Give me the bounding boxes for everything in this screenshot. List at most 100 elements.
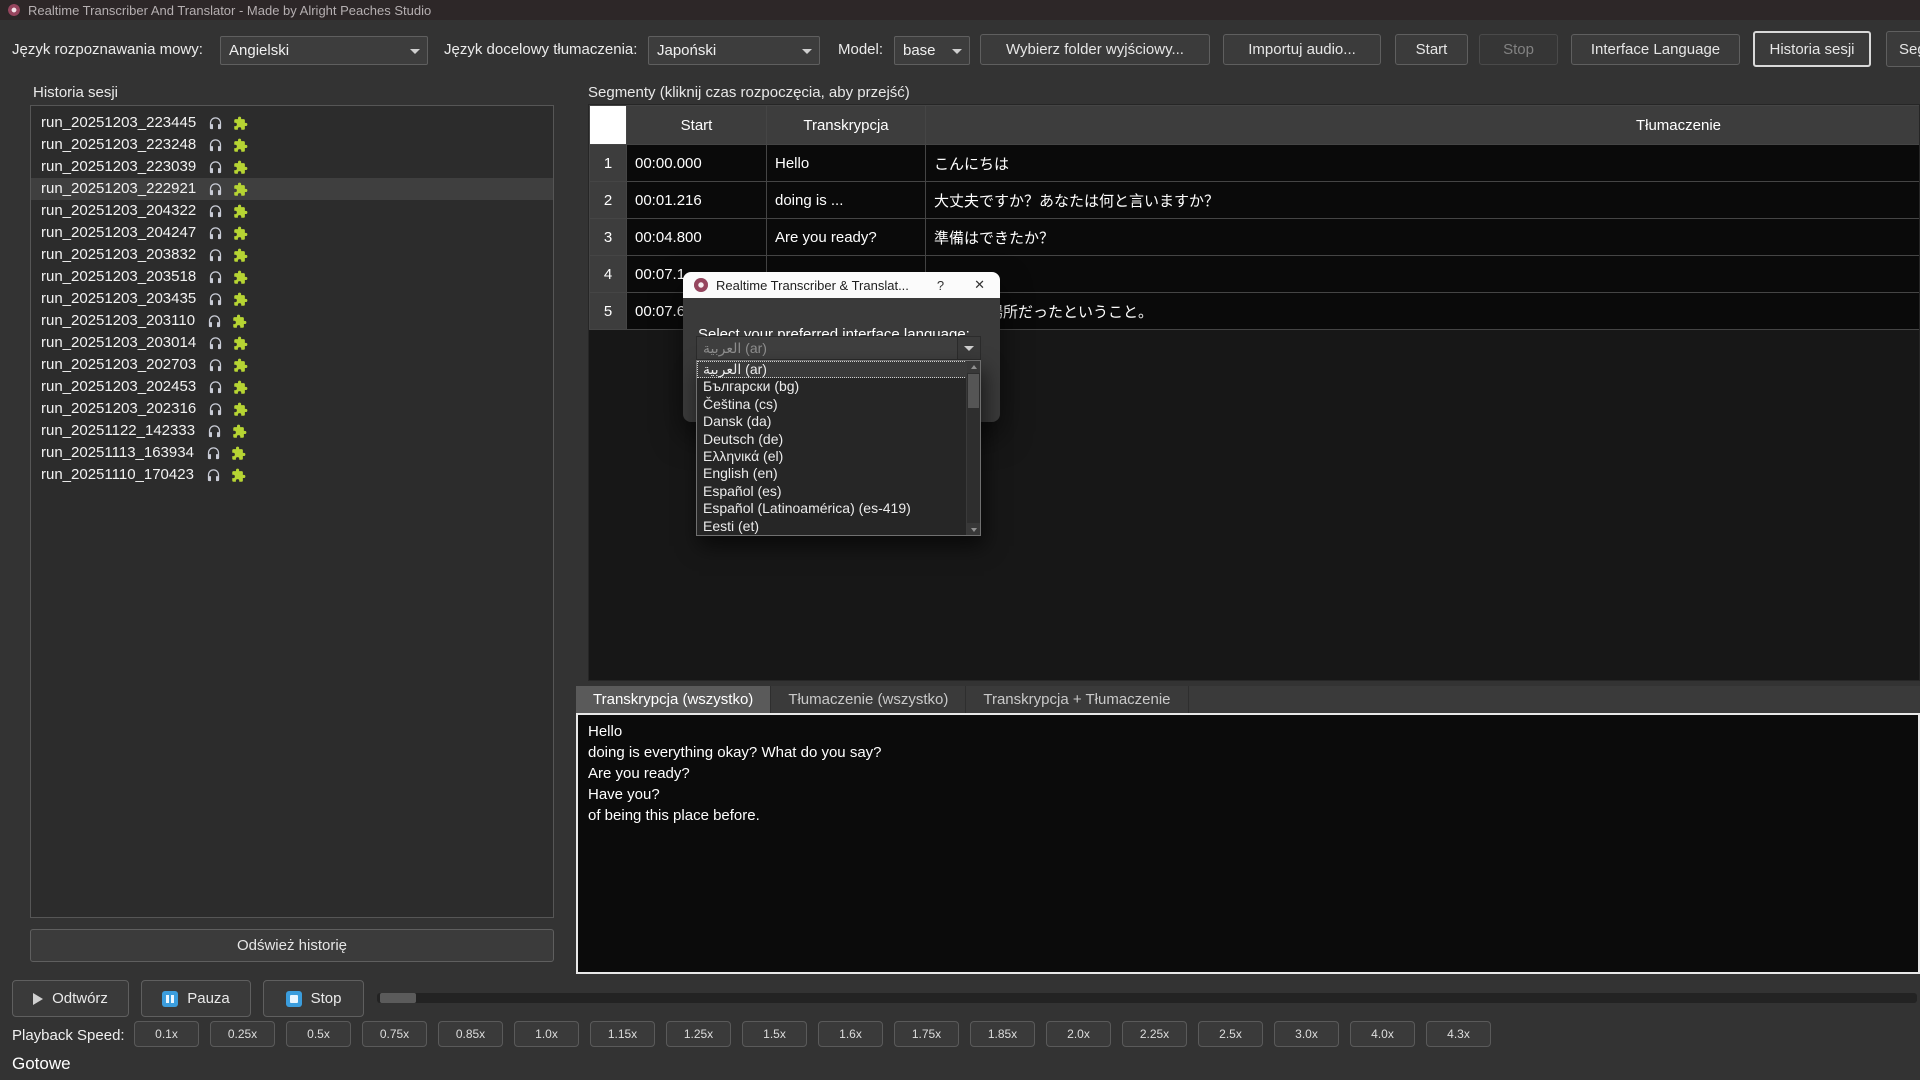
history-item[interactable]: run_20251203_203832 bbox=[31, 244, 553, 266]
speed-button[interactable]: 0.1x bbox=[134, 1021, 199, 1047]
segment-translation-cell[interactable]: 大丈夫ですか？あなたは何と言いますか？ bbox=[926, 182, 1920, 219]
dialog-language-option[interactable]: English (en) bbox=[697, 465, 967, 482]
speed-button[interactable]: 1.0x bbox=[514, 1021, 579, 1047]
scrollbar-thumb[interactable] bbox=[968, 374, 979, 408]
history-item[interactable]: run_20251203_202703 bbox=[31, 354, 553, 376]
bottom-tab[interactable]: Transkrypcja (wszystko) bbox=[576, 686, 771, 713]
dialog-language-option[interactable]: Español (Latinoamérica) (es-419) bbox=[697, 500, 967, 517]
seek-slider-handle[interactable] bbox=[380, 993, 416, 1003]
dialog-language-option[interactable]: Čeština (cs) bbox=[697, 396, 967, 413]
history-item[interactable]: run_20251203_204322 bbox=[31, 200, 553, 222]
history-item[interactable]: run_20251203_203014 bbox=[31, 332, 553, 354]
speech-language-select[interactable]: Angielski bbox=[220, 36, 428, 65]
chevron-down-icon[interactable] bbox=[957, 337, 980, 359]
segment-row-number[interactable]: 3 bbox=[590, 219, 627, 256]
speed-button[interactable]: 1.85x bbox=[970, 1021, 1035, 1047]
history-item[interactable]: run_20251203_203435 bbox=[31, 288, 553, 310]
speed-button[interactable]: 2.25x bbox=[1122, 1021, 1187, 1047]
status-text: Gotowe bbox=[12, 1054, 71, 1074]
speed-button[interactable]: 1.75x bbox=[894, 1021, 959, 1047]
segment-transcript-cell[interactable]: doing is ... bbox=[767, 182, 926, 219]
history-item[interactable]: run_20251122_142333 bbox=[31, 420, 553, 442]
app-window: Realtime Transcriber And Translator - Ma… bbox=[0, 0, 1920, 1080]
segment-row-number[interactable]: 2 bbox=[590, 182, 627, 219]
history-item[interactable]: run_20251203_203518 bbox=[31, 266, 553, 288]
stop-playback-button[interactable]: Stop bbox=[263, 980, 364, 1017]
dialog-language-option[interactable]: العربية (ar) bbox=[697, 361, 967, 378]
bottom-tab[interactable]: Transkrypcja + Tłumaczenie bbox=[966, 686, 1188, 713]
segment-translation-cell[interactable]: こんにちは bbox=[926, 145, 1920, 182]
dialog-language-option[interactable]: Eesti (et) bbox=[697, 518, 967, 535]
table-corner-cell[interactable] bbox=[590, 106, 627, 145]
dialog-titlebar[interactable]: Realtime Transcriber & Translat... ? ✕ bbox=[683, 272, 1000, 298]
history-item[interactable]: run_20251203_222921 bbox=[31, 178, 553, 200]
target-language-select[interactable]: Japoński bbox=[648, 36, 820, 65]
history-item[interactable]: run_20251110_170423 bbox=[31, 464, 553, 486]
history-item[interactable]: run_20251203_223445 bbox=[31, 112, 553, 134]
history-item[interactable]: run_20251203_202453 bbox=[31, 376, 553, 398]
dialog-language-option[interactable]: Deutsch (de) bbox=[697, 431, 967, 448]
dialog-language-select[interactable]: العربية (ar) bbox=[696, 336, 981, 360]
history-item[interactable]: run_20251203_202316 bbox=[31, 398, 553, 420]
dialog-language-option[interactable]: Ελληνικά (el) bbox=[697, 448, 967, 465]
speed-button[interactable]: 2.0x bbox=[1046, 1021, 1111, 1047]
segment-transcript-cell[interactable]: Are you ready? bbox=[767, 219, 926, 256]
popup-scrollbar[interactable] bbox=[966, 361, 980, 535]
transcript-text-area[interactable]: Hello doing is everything okay? What do … bbox=[576, 713, 1920, 974]
speed-button[interactable]: 0.85x bbox=[438, 1021, 503, 1047]
language-dropdown-popup: العربية (ar) Български (bg) Čeština (cs)… bbox=[696, 360, 981, 536]
history-item[interactable]: run_20251113_163934 bbox=[31, 442, 553, 464]
pause-button[interactable]: Pauza bbox=[141, 980, 251, 1017]
speed-button[interactable]: 1.25x bbox=[666, 1021, 731, 1047]
session-history-tab-button[interactable]: Historia sesji bbox=[1753, 31, 1871, 67]
headphones-icon bbox=[208, 204, 223, 219]
dialog-help-button[interactable]: ? bbox=[937, 278, 944, 293]
column-header-translation[interactable]: Tłumaczenie bbox=[926, 106, 1920, 145]
segment-transcript-cell[interactable]: Hello bbox=[767, 145, 926, 182]
seek-slider[interactable] bbox=[377, 993, 1917, 1003]
segment-start-cell[interactable]: 00:01.216 bbox=[627, 182, 767, 219]
speed-button[interactable]: 4.0x bbox=[1350, 1021, 1415, 1047]
scroll-up-icon[interactable] bbox=[967, 361, 980, 373]
start-button[interactable]: Start bbox=[1395, 34, 1468, 65]
speed-button[interactable]: 3.0x bbox=[1274, 1021, 1339, 1047]
import-audio-button[interactable]: Importuj audio... bbox=[1223, 34, 1381, 65]
history-item[interactable]: run_20251203_204247 bbox=[31, 222, 553, 244]
stop-button[interactable]: Stop bbox=[1479, 34, 1558, 65]
speed-button[interactable]: 0.75x bbox=[362, 1021, 427, 1047]
model-select[interactable]: base bbox=[894, 36, 970, 65]
refresh-history-button[interactable]: Odśwież historię bbox=[30, 929, 554, 962]
segment-translation-cell[interactable]: 場所だったということ。 bbox=[926, 293, 1920, 330]
speed-button[interactable]: 0.25x bbox=[210, 1021, 275, 1047]
segment-row-number[interactable]: 5 bbox=[590, 293, 627, 330]
speed-button[interactable]: 4.3x bbox=[1426, 1021, 1491, 1047]
choose-output-folder-button[interactable]: Wybierz folder wyjściowy... bbox=[980, 34, 1210, 65]
history-item[interactable]: run_20251203_203110 bbox=[31, 310, 553, 332]
speed-button[interactable]: 1.5x bbox=[742, 1021, 807, 1047]
play-button[interactable]: Odtwórz bbox=[12, 980, 129, 1017]
headphones-icon bbox=[208, 292, 223, 307]
speed-button[interactable]: 1.15x bbox=[590, 1021, 655, 1047]
scroll-down-icon[interactable] bbox=[967, 523, 980, 535]
segments-tab-button[interactable]: Segm bbox=[1886, 31, 1920, 67]
history-item[interactable]: run_20251203_223248 bbox=[31, 134, 553, 156]
dialog-language-option[interactable]: Dansk (da) bbox=[697, 413, 967, 430]
segment-row-number[interactable]: 4 bbox=[590, 256, 627, 293]
column-header-start[interactable]: Start bbox=[627, 106, 767, 145]
column-header-transcript[interactable]: Transkrypcja bbox=[767, 106, 926, 145]
dialog-close-button[interactable]: ✕ bbox=[974, 277, 985, 293]
speed-button[interactable]: 0.5x bbox=[286, 1021, 351, 1047]
bottom-tab[interactable]: Tłumaczenie (wszystko) bbox=[771, 686, 966, 713]
segment-translation-cell[interactable] bbox=[926, 256, 1920, 293]
interface-language-button[interactable]: Interface Language bbox=[1571, 34, 1740, 65]
segment-start-cell[interactable]: 00:04.800 bbox=[627, 219, 767, 256]
headphones-icon bbox=[208, 270, 223, 285]
speed-button[interactable]: 1.6x bbox=[818, 1021, 883, 1047]
segment-start-cell[interactable]: 00:00.000 bbox=[627, 145, 767, 182]
speed-button[interactable]: 2.5x bbox=[1198, 1021, 1263, 1047]
segment-translation-cell[interactable]: 準備はできたか？ bbox=[926, 219, 1920, 256]
segment-row-number[interactable]: 1 bbox=[590, 145, 627, 182]
history-item[interactable]: run_20251203_223039 bbox=[31, 156, 553, 178]
dialog-language-option[interactable]: Български (bg) bbox=[697, 378, 967, 395]
dialog-language-option[interactable]: Español (es) bbox=[697, 483, 967, 500]
